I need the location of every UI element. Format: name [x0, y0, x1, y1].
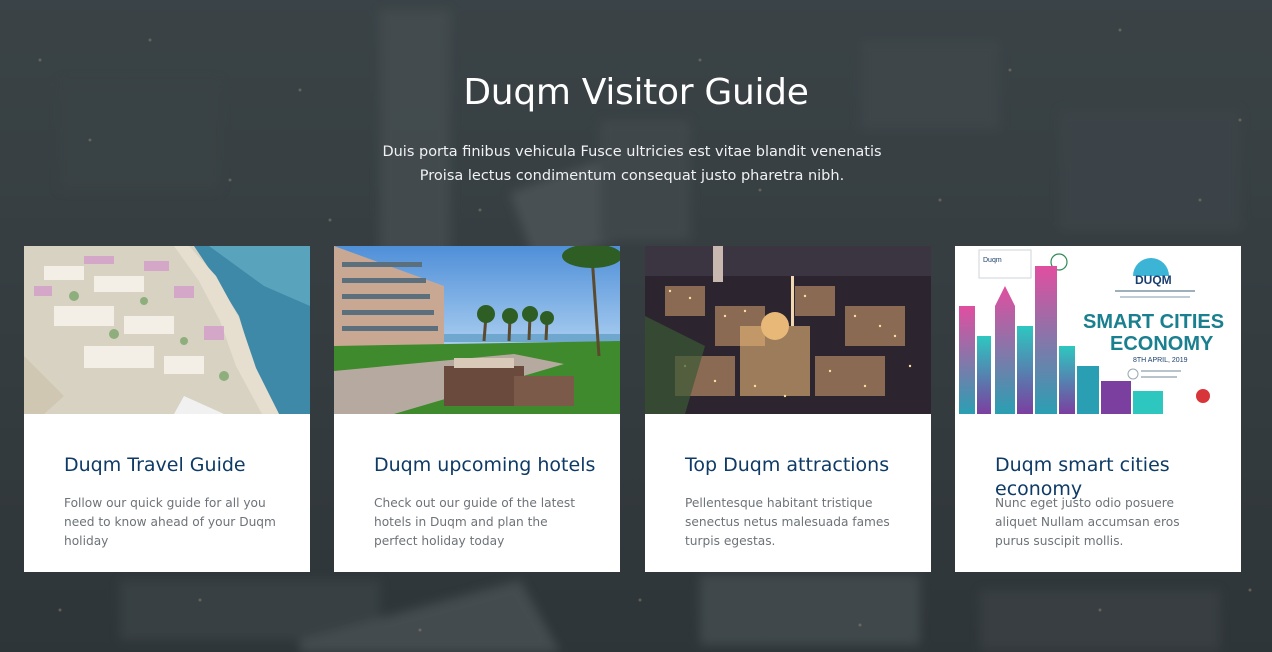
card-image[interactable] — [24, 246, 310, 414]
card-image[interactable] — [645, 246, 931, 414]
poster-headline-1: SMART CITIES — [1083, 311, 1224, 333]
city-masterplan-aerial-image — [24, 246, 310, 414]
page-subtitle: Duis porta finibus vehicula Fusce ultric… — [382, 144, 882, 184]
visitor-guide-section: Duqm Visitor Guide Duis porta finibus ve… — [0, 0, 1272, 652]
card-title[interactable]: Duqm upcoming hotels — [374, 453, 604, 477]
card-description: Check out our guide of the latest hotels… — [374, 496, 575, 548]
card-top-attractions[interactable]: Top Duqm attractions Pellentesque habita… — [645, 246, 931, 572]
poster-headline-2: ECONOMY — [1110, 333, 1214, 355]
card-description: Nunc eget justo odio posuere aliquet Nul… — [995, 496, 1180, 548]
poster-event-text: DUQM — [1135, 273, 1172, 287]
night-city-aerial-image — [645, 246, 931, 414]
card-title[interactable]: Top Duqm attractions — [685, 453, 915, 477]
card-image[interactable] — [334, 246, 620, 414]
poster-date: 8TH APRIL, 2019 — [1133, 357, 1188, 364]
card-description: Follow our quick guide for all you need … — [64, 496, 276, 548]
poster-brand-text: Duqm — [983, 257, 1002, 264]
smart-cities-poster-image: Duqm DUQM SMART CITIES ECONOMY 8TH APRIL… — [955, 246, 1241, 414]
card-upcoming-hotels[interactable]: Duqm upcoming hotels Check out our guide… — [334, 246, 620, 572]
hotel-garden-palms-image — [334, 246, 620, 414]
card-smart-cities[interactable]: Duqm DUQM SMART CITIES ECONOMY 8TH APRIL… — [955, 246, 1241, 572]
card-title[interactable]: Duqm Travel Guide — [64, 453, 294, 477]
page-title: Duqm Visitor Guide — [463, 72, 809, 113]
card-travel-guide[interactable]: Duqm Travel Guide Follow our quick guide… — [24, 246, 310, 572]
card-image[interactable]: Duqm DUQM SMART CITIES ECONOMY 8TH APRIL… — [955, 246, 1241, 414]
card-description: Pellentesque habitant tristique senectus… — [685, 496, 890, 548]
